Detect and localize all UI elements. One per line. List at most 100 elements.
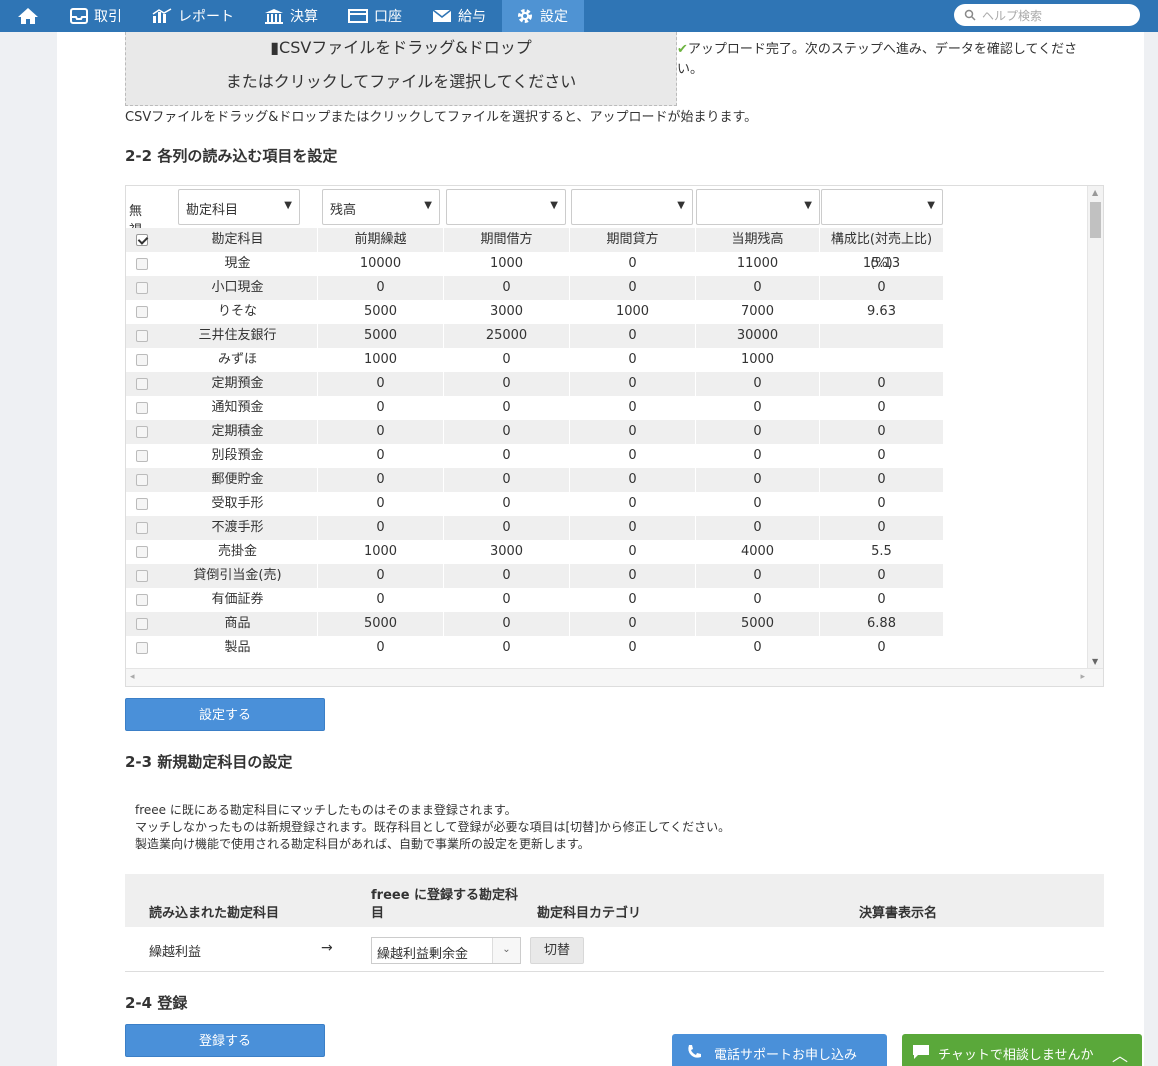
table-cell: 0 bbox=[696, 396, 820, 420]
table-cell: 0 bbox=[570, 588, 696, 612]
select-all-checkbox[interactable] bbox=[136, 234, 148, 246]
column-header: 勘定科目 bbox=[158, 228, 318, 252]
row-ignore-checkbox[interactable] bbox=[136, 258, 148, 270]
header-display-name: 決算書表示名 bbox=[859, 906, 938, 921]
table-cell: 売掛金 bbox=[158, 540, 318, 564]
upload-hint: CSVファイルをドラッグ&ドロップまたはクリックしてファイルを選択すると、アップ… bbox=[125, 110, 758, 125]
table-cell: 15.13 bbox=[820, 252, 944, 276]
nav-item-reports[interactable]: レポート bbox=[138, 0, 250, 32]
row-ignore-checkbox[interactable] bbox=[136, 450, 148, 462]
table-cell: 5000 bbox=[318, 612, 444, 636]
table-cell: 0 bbox=[444, 516, 570, 540]
table-cell: 5.5 bbox=[820, 540, 944, 564]
table-row: 受取手形 0 0 0 0 0 bbox=[126, 492, 944, 516]
nav-item-settlement[interactable]: 決算 bbox=[250, 0, 334, 32]
table-cell: 0 bbox=[696, 276, 820, 300]
row-ignore-checkbox[interactable] bbox=[136, 642, 148, 654]
help-search[interactable]: ヘルプ検索 bbox=[954, 4, 1140, 26]
column-type-select[interactable]: ▼ bbox=[446, 189, 566, 225]
nav-item-accounts[interactable]: 口座 bbox=[334, 0, 418, 32]
table-cell: 受取手形 bbox=[158, 492, 318, 516]
caret-down-icon: ▼ bbox=[550, 200, 558, 211]
table-cell: 10000 bbox=[318, 252, 444, 276]
row-ignore-checkbox[interactable] bbox=[136, 306, 148, 318]
select-value: 繰越利益剰余金 bbox=[377, 947, 469, 962]
imported-account: 繰越利益 bbox=[149, 945, 202, 960]
select-value: 勘定科目 bbox=[186, 203, 239, 218]
table-cell: 0 bbox=[570, 468, 696, 492]
row-ignore-checkbox[interactable] bbox=[136, 378, 148, 390]
table-cell: 商品 bbox=[158, 612, 318, 636]
scroll-thumb[interactable] bbox=[1090, 202, 1101, 238]
row-ignore-checkbox[interactable] bbox=[136, 402, 148, 414]
row-ignore-checkbox[interactable] bbox=[136, 498, 148, 510]
table-row: 売掛金 1000 3000 0 4000 5.5 bbox=[126, 540, 944, 564]
nav-label: 給与 bbox=[458, 9, 486, 25]
row-ignore-checkbox[interactable] bbox=[136, 474, 148, 486]
column-header: 前期繰越 bbox=[318, 228, 444, 252]
table-cell: 0 bbox=[318, 492, 444, 516]
table-cell: みずほ bbox=[158, 348, 318, 372]
freee-account-select[interactable]: 繰越利益剰余金 ⌄ bbox=[371, 937, 521, 964]
chat-support-label: チャットで相談しませんか bbox=[938, 1048, 1094, 1063]
row-ignore-checkbox[interactable] bbox=[136, 330, 148, 342]
table-row: りそな 5000 3000 1000 7000 9.63 bbox=[126, 300, 944, 324]
column-type-select[interactable]: ▼ bbox=[821, 189, 943, 225]
column-type-select[interactable]: ▼ bbox=[571, 189, 693, 225]
file-icon: ▮ bbox=[270, 38, 280, 57]
chevron-up-icon: ︿ bbox=[1111, 1046, 1128, 1065]
row-ignore-checkbox[interactable] bbox=[136, 522, 148, 534]
column-type-select[interactable]: ▼ bbox=[696, 189, 820, 225]
scroll-down-icon[interactable]: ▼ bbox=[1092, 657, 1098, 666]
table-cell: 11000 bbox=[696, 252, 820, 276]
scroll-right-icon[interactable]: ▸ bbox=[1080, 672, 1085, 682]
column-type-select[interactable]: 勘定科目 ▼ bbox=[178, 189, 300, 225]
column-type-select[interactable]: 残高 ▼ bbox=[322, 189, 440, 225]
chat-icon bbox=[913, 1045, 929, 1059]
column-mapping-grid: 無視 勘定科目▼残高▼▼▼▼▼勘定科目前期繰越期間借方期間貸方当期残高構成比(対… bbox=[125, 185, 1104, 687]
section-title-2-4: 2-4 登録 bbox=[125, 994, 188, 1012]
set-button[interactable]: 設定する bbox=[125, 698, 325, 731]
table-cell: 0 bbox=[570, 420, 696, 444]
check-icon: ✔ bbox=[677, 42, 688, 57]
caret-down-icon: ▼ bbox=[804, 200, 812, 211]
phone-support-button[interactable]: 電話サポートお申し込み bbox=[672, 1034, 887, 1066]
row-ignore-checkbox[interactable] bbox=[136, 426, 148, 438]
nav-item-payroll[interactable]: 給与 bbox=[418, 0, 502, 32]
scroll-left-icon[interactable]: ◂ bbox=[130, 672, 135, 682]
table-cell: 1000 bbox=[318, 348, 444, 372]
nav-item-transactions[interactable]: 取引 bbox=[56, 0, 138, 32]
vertical-scrollbar[interactable]: ▲ ▼ bbox=[1087, 186, 1103, 668]
table-row: 商品 5000 0 0 5000 6.88 bbox=[126, 612, 944, 636]
row-ignore-checkbox[interactable] bbox=[136, 546, 148, 558]
row-ignore-checkbox[interactable] bbox=[136, 618, 148, 630]
help-search-placeholder: ヘルプ検索 bbox=[982, 8, 1043, 23]
row-ignore-checkbox[interactable] bbox=[136, 354, 148, 366]
table-row: みずほ 1000 0 0 1000 bbox=[126, 348, 944, 372]
row-ignore-checkbox[interactable] bbox=[136, 282, 148, 294]
chat-support-button[interactable]: チャットで相談しませんか ︿ bbox=[902, 1034, 1142, 1066]
row-ignore-checkbox[interactable] bbox=[136, 594, 148, 606]
table-row: 有価証券 0 0 0 0 0 bbox=[126, 588, 944, 612]
switch-button[interactable]: 切替 bbox=[530, 937, 584, 964]
nav-item-settings[interactable]: 設定 bbox=[502, 0, 584, 32]
horizontal-scrollbar[interactable]: ◂ ▸ bbox=[126, 668, 1103, 686]
column-header: 当期残高 bbox=[696, 228, 820, 252]
header-freee-line1: freee に登録する勘定科 bbox=[371, 888, 519, 903]
csv-dropzone[interactable]: ▮CSVファイルをドラッグ&ドロップ またはクリックしてファイルを選択してくださ… bbox=[125, 32, 677, 106]
home-button[interactable] bbox=[0, 0, 56, 32]
header-freee-line2: 目 bbox=[371, 906, 385, 921]
row-ignore-checkbox[interactable] bbox=[136, 570, 148, 582]
table-cell: 0 bbox=[444, 396, 570, 420]
table-cell: 0 bbox=[444, 420, 570, 444]
register-button[interactable]: 登録する bbox=[125, 1024, 325, 1057]
table-cell: 0 bbox=[570, 372, 696, 396]
table-cell: 0 bbox=[444, 612, 570, 636]
building-icon bbox=[264, 8, 284, 24]
table-cell: 5000 bbox=[318, 300, 444, 324]
table-cell: 0 bbox=[696, 588, 820, 612]
nav-label: 決算 bbox=[290, 9, 318, 25]
scroll-up-icon[interactable]: ▲ bbox=[1092, 188, 1098, 197]
table-cell: 郵便貯金 bbox=[158, 468, 318, 492]
table-row: 通知預金 0 0 0 0 0 bbox=[126, 396, 944, 420]
